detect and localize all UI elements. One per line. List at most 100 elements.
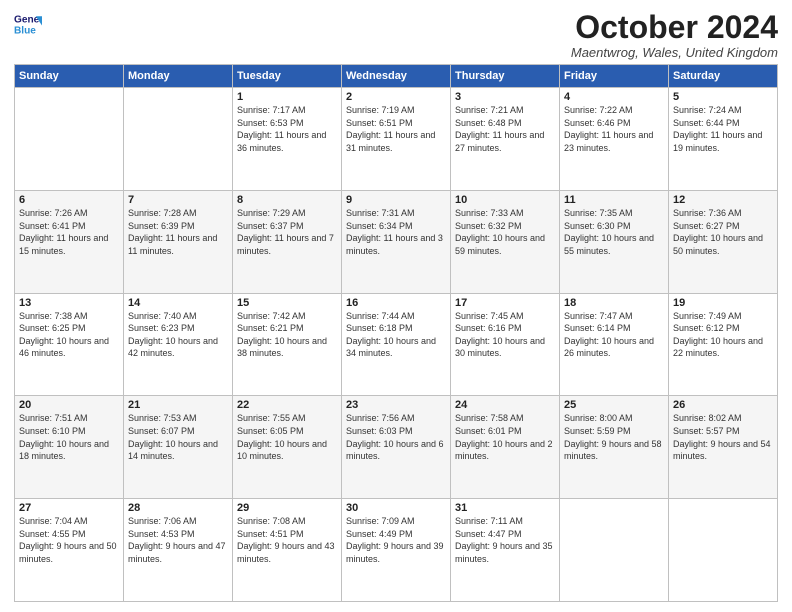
day-info: Sunrise: 7:33 AM Sunset: 6:32 PM Dayligh… — [455, 207, 555, 257]
day-info: Sunrise: 7:58 AM Sunset: 6:01 PM Dayligh… — [455, 412, 555, 462]
day-info: Sunrise: 7:17 AM Sunset: 6:53 PM Dayligh… — [237, 104, 337, 154]
calendar-cell: 6Sunrise: 7:26 AM Sunset: 6:41 PM Daylig… — [15, 190, 124, 293]
day-info: Sunrise: 7:45 AM Sunset: 6:16 PM Dayligh… — [455, 310, 555, 360]
day-info: Sunrise: 7:56 AM Sunset: 6:03 PM Dayligh… — [346, 412, 446, 462]
calendar-cell: 8Sunrise: 7:29 AM Sunset: 6:37 PM Daylig… — [233, 190, 342, 293]
logo: General Blue — [14, 10, 42, 38]
calendar-week-3: 13Sunrise: 7:38 AM Sunset: 6:25 PM Dayli… — [15, 293, 778, 396]
day-number: 5 — [673, 91, 773, 103]
day-number: 11 — [564, 194, 664, 206]
calendar-cell: 3Sunrise: 7:21 AM Sunset: 6:48 PM Daylig… — [451, 88, 560, 191]
day-info: Sunrise: 7:09 AM Sunset: 4:49 PM Dayligh… — [346, 515, 446, 565]
day-number: 3 — [455, 91, 555, 103]
day-number: 29 — [237, 502, 337, 514]
day-number: 19 — [673, 297, 773, 309]
day-info: Sunrise: 7:36 AM Sunset: 6:27 PM Dayligh… — [673, 207, 773, 257]
day-info: Sunrise: 7:49 AM Sunset: 6:12 PM Dayligh… — [673, 310, 773, 360]
day-info: Sunrise: 7:47 AM Sunset: 6:14 PM Dayligh… — [564, 310, 664, 360]
calendar-cell: 17Sunrise: 7:45 AM Sunset: 6:16 PM Dayli… — [451, 293, 560, 396]
calendar-cell: 22Sunrise: 7:55 AM Sunset: 6:05 PM Dayli… — [233, 396, 342, 499]
day-info: Sunrise: 7:44 AM Sunset: 6:18 PM Dayligh… — [346, 310, 446, 360]
day-info: Sunrise: 8:00 AM Sunset: 5:59 PM Dayligh… — [564, 412, 664, 462]
day-info: Sunrise: 7:55 AM Sunset: 6:05 PM Dayligh… — [237, 412, 337, 462]
day-info: Sunrise: 7:24 AM Sunset: 6:44 PM Dayligh… — [673, 104, 773, 154]
calendar: Sunday Monday Tuesday Wednesday Thursday… — [14, 64, 778, 602]
day-info: Sunrise: 7:29 AM Sunset: 6:37 PM Dayligh… — [237, 207, 337, 257]
day-number: 14 — [128, 297, 228, 309]
calendar-week-2: 6Sunrise: 7:26 AM Sunset: 6:41 PM Daylig… — [15, 190, 778, 293]
day-number: 27 — [19, 502, 119, 514]
calendar-cell: 7Sunrise: 7:28 AM Sunset: 6:39 PM Daylig… — [124, 190, 233, 293]
day-info: Sunrise: 7:21 AM Sunset: 6:48 PM Dayligh… — [455, 104, 555, 154]
day-number: 9 — [346, 194, 446, 206]
calendar-cell: 24Sunrise: 7:58 AM Sunset: 6:01 PM Dayli… — [451, 396, 560, 499]
calendar-cell: 9Sunrise: 7:31 AM Sunset: 6:34 PM Daylig… — [342, 190, 451, 293]
day-info: Sunrise: 7:28 AM Sunset: 6:39 PM Dayligh… — [128, 207, 228, 257]
page: General Blue October 2024 Maentwrog, Wal… — [0, 0, 792, 612]
calendar-cell: 28Sunrise: 7:06 AM Sunset: 4:53 PM Dayli… — [124, 499, 233, 602]
day-info: Sunrise: 7:40 AM Sunset: 6:23 PM Dayligh… — [128, 310, 228, 360]
header-sunday: Sunday — [15, 65, 124, 88]
calendar-cell: 25Sunrise: 8:00 AM Sunset: 5:59 PM Dayli… — [560, 396, 669, 499]
header: General Blue October 2024 Maentwrog, Wal… — [14, 10, 778, 60]
header-thursday: Thursday — [451, 65, 560, 88]
calendar-week-4: 20Sunrise: 7:51 AM Sunset: 6:10 PM Dayli… — [15, 396, 778, 499]
calendar-cell: 27Sunrise: 7:04 AM Sunset: 4:55 PM Dayli… — [15, 499, 124, 602]
calendar-cell — [560, 499, 669, 602]
day-info: Sunrise: 8:02 AM Sunset: 5:57 PM Dayligh… — [673, 412, 773, 462]
day-number: 24 — [455, 399, 555, 411]
calendar-header-row: Sunday Monday Tuesday Wednesday Thursday… — [15, 65, 778, 88]
header-friday: Friday — [560, 65, 669, 88]
calendar-cell: 14Sunrise: 7:40 AM Sunset: 6:23 PM Dayli… — [124, 293, 233, 396]
day-number: 22 — [237, 399, 337, 411]
day-info: Sunrise: 7:11 AM Sunset: 4:47 PM Dayligh… — [455, 515, 555, 565]
day-number: 4 — [564, 91, 664, 103]
day-number: 16 — [346, 297, 446, 309]
title-block: October 2024 Maentwrog, Wales, United Ki… — [571, 10, 778, 60]
day-number: 31 — [455, 502, 555, 514]
header-monday: Monday — [124, 65, 233, 88]
calendar-cell: 11Sunrise: 7:35 AM Sunset: 6:30 PM Dayli… — [560, 190, 669, 293]
calendar-cell — [15, 88, 124, 191]
calendar-cell — [669, 499, 778, 602]
calendar-cell: 26Sunrise: 8:02 AM Sunset: 5:57 PM Dayli… — [669, 396, 778, 499]
calendar-cell — [124, 88, 233, 191]
day-number: 18 — [564, 297, 664, 309]
day-number: 21 — [128, 399, 228, 411]
day-info: Sunrise: 7:38 AM Sunset: 6:25 PM Dayligh… — [19, 310, 119, 360]
day-number: 6 — [19, 194, 119, 206]
calendar-cell: 4Sunrise: 7:22 AM Sunset: 6:46 PM Daylig… — [560, 88, 669, 191]
calendar-cell: 31Sunrise: 7:11 AM Sunset: 4:47 PM Dayli… — [451, 499, 560, 602]
day-info: Sunrise: 7:22 AM Sunset: 6:46 PM Dayligh… — [564, 104, 664, 154]
subtitle: Maentwrog, Wales, United Kingdom — [571, 45, 778, 60]
day-number: 28 — [128, 502, 228, 514]
calendar-cell: 19Sunrise: 7:49 AM Sunset: 6:12 PM Dayli… — [669, 293, 778, 396]
day-number: 7 — [128, 194, 228, 206]
calendar-cell: 15Sunrise: 7:42 AM Sunset: 6:21 PM Dayli… — [233, 293, 342, 396]
day-number: 2 — [346, 91, 446, 103]
calendar-cell: 13Sunrise: 7:38 AM Sunset: 6:25 PM Dayli… — [15, 293, 124, 396]
day-info: Sunrise: 7:35 AM Sunset: 6:30 PM Dayligh… — [564, 207, 664, 257]
svg-text:General: General — [14, 14, 42, 25]
day-number: 1 — [237, 91, 337, 103]
day-number: 17 — [455, 297, 555, 309]
day-number: 15 — [237, 297, 337, 309]
calendar-cell: 12Sunrise: 7:36 AM Sunset: 6:27 PM Dayli… — [669, 190, 778, 293]
day-number: 13 — [19, 297, 119, 309]
day-number: 12 — [673, 194, 773, 206]
day-info: Sunrise: 7:26 AM Sunset: 6:41 PM Dayligh… — [19, 207, 119, 257]
day-number: 20 — [19, 399, 119, 411]
calendar-cell: 29Sunrise: 7:08 AM Sunset: 4:51 PM Dayli… — [233, 499, 342, 602]
day-info: Sunrise: 7:06 AM Sunset: 4:53 PM Dayligh… — [128, 515, 228, 565]
calendar-week-5: 27Sunrise: 7:04 AM Sunset: 4:55 PM Dayli… — [15, 499, 778, 602]
calendar-cell: 10Sunrise: 7:33 AM Sunset: 6:32 PM Dayli… — [451, 190, 560, 293]
day-number: 23 — [346, 399, 446, 411]
day-number: 25 — [564, 399, 664, 411]
calendar-cell: 30Sunrise: 7:09 AM Sunset: 4:49 PM Dayli… — [342, 499, 451, 602]
day-info: Sunrise: 7:31 AM Sunset: 6:34 PM Dayligh… — [346, 207, 446, 257]
day-number: 8 — [237, 194, 337, 206]
calendar-cell: 21Sunrise: 7:53 AM Sunset: 6:07 PM Dayli… — [124, 396, 233, 499]
day-info: Sunrise: 7:42 AM Sunset: 6:21 PM Dayligh… — [237, 310, 337, 360]
day-info: Sunrise: 7:51 AM Sunset: 6:10 PM Dayligh… — [19, 412, 119, 462]
svg-text:Blue: Blue — [14, 25, 36, 36]
